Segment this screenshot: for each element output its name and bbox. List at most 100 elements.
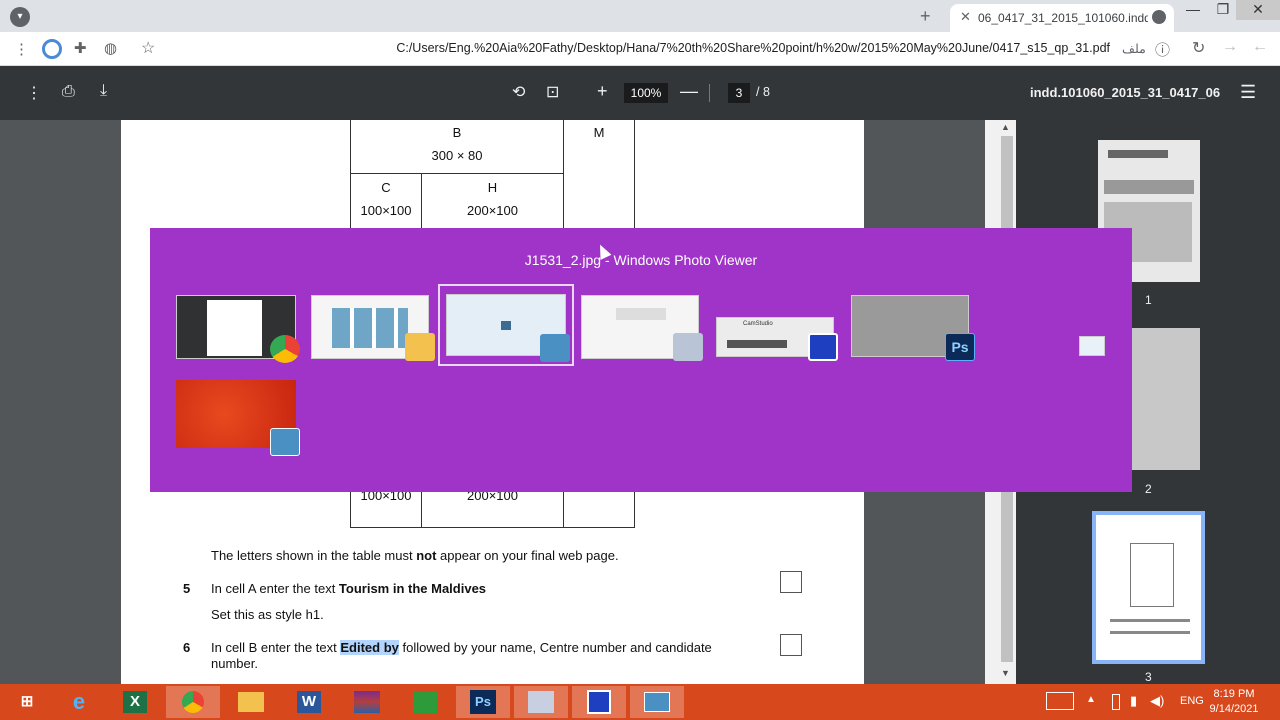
switcher-window-chrome[interactable] [176, 295, 300, 363]
folder-icon [405, 333, 435, 361]
page-number-input[interactable]: 3 [728, 83, 750, 103]
winrar-icon[interactable] [340, 686, 394, 718]
paint-icon [673, 333, 703, 361]
switcher-title: J1531_2.jpg - Windows Photo Viewer [524, 252, 758, 268]
extension-loader-icon[interactable] [42, 39, 62, 59]
battery-icon[interactable] [1112, 694, 1120, 710]
clock-date: 9/14/2021 [1209, 703, 1259, 715]
extensions-puzzle-icon[interactable]: ✚ [74, 39, 87, 57]
zoom-out-icon[interactable]: — [680, 81, 698, 102]
window-switcher: J1531_2.jpg - Windows Photo Viewer CamSt… [150, 228, 1132, 492]
switcher-window-paint[interactable] [581, 295, 703, 361]
page-total: / 8 [756, 85, 770, 99]
camstudio-title: CamStudio [743, 321, 773, 327]
photo-viewer-taskbar-icon[interactable] [630, 686, 684, 718]
switcher-window-desktop[interactable] [176, 380, 300, 456]
forward-icon[interactable]: → [1222, 38, 1238, 56]
switcher-window-photoshop[interactable]: Ps [851, 295, 975, 361]
show-hidden-icons-icon[interactable]: ▲ [1086, 694, 1096, 705]
page-thumbnail-3[interactable] [1092, 511, 1205, 664]
question-6-line2: number. [211, 656, 258, 671]
table-cell-lower-right [563, 490, 635, 528]
start-button[interactable]: ⊞ [0, 686, 54, 718]
file-scheme-label: ملف [1122, 42, 1146, 56]
new-tab-button[interactable]: + [920, 6, 931, 27]
question-6-checkbox[interactable] [780, 634, 802, 656]
document-title: indd.101060_2015_31_0417_06 [1030, 85, 1221, 100]
photoshop-taskbar-icon[interactable]: Ps [456, 686, 510, 718]
question-6-number: 6 [183, 640, 191, 655]
camstudio-icon [808, 333, 838, 361]
thumbnail-2-label: 2 [1145, 482, 1152, 496]
switcher-window-explorer[interactable] [311, 295, 435, 361]
paint-taskbar-icon[interactable] [514, 686, 568, 718]
touch-keyboard-icon[interactable] [1046, 692, 1074, 710]
selected-text: Edited by [340, 640, 399, 655]
photoshop-icon: Ps [945, 333, 975, 361]
browser-tab[interactable]: ✕ 06_0417_31_2015_101060.indd [950, 4, 1174, 32]
download-icon[interactable]: ⤓ [100, 82, 107, 100]
tab-search-icon[interactable]: ▾ [10, 7, 30, 27]
close-window-button[interactable]: ✕ [1236, 0, 1280, 20]
print-icon[interactable]: ⎙ [62, 83, 75, 101]
cell-b-label: B [452, 125, 462, 140]
address-bar: ⋮ ✚ ◍ ☆ C:/Users/Eng.%20Aia%20Fathy/Desk… [0, 32, 1280, 66]
scroll-down-arrow-icon[interactable]: ▼ [1001, 668, 1010, 678]
question-6-text: In cell B enter the text Edited by follo… [211, 640, 712, 655]
profile-icon[interactable]: ◍ [104, 39, 117, 57]
zoom-in-icon[interactable]: + [597, 81, 608, 102]
restore-button[interactable]: ❐ [1208, 0, 1238, 20]
bookmark-star-icon[interactable]: ☆ [141, 38, 155, 58]
toolbar-divider [709, 84, 710, 102]
tab-close-icon[interactable]: ✕ [960, 9, 971, 25]
page-thumbnail-2[interactable] [1132, 328, 1200, 470]
table-cell-lower-left: 100×100 [350, 488, 422, 528]
url-text[interactable]: C:/Users/Eng.%20Aia%20Fathy/Desktop/Hana… [200, 41, 1110, 55]
file-explorer-icon[interactable] [224, 686, 278, 718]
cell-h-label: H [487, 180, 498, 195]
browser-tab-strip: ▾ + ✕ 06_0417_31_2015_101060.indd — ❐ ✕ [0, 0, 1280, 32]
cell-c-label: C [381, 180, 391, 195]
chrome-icon [270, 335, 300, 363]
back-icon[interactable]: ← [1252, 38, 1268, 56]
site-info-icon[interactable]: ⓘ [1155, 39, 1170, 60]
question-5-line2: Set this as style h1. [211, 607, 324, 622]
photo-viewer-small-icon [1079, 336, 1105, 356]
system-clock[interactable]: 8:19 PM 9/14/2021 [1198, 687, 1270, 717]
excel-icon[interactable]: X [108, 686, 162, 718]
switcher-window-photo-viewer-small[interactable] [1079, 336, 1107, 358]
scroll-up-arrow-icon[interactable]: ▲ [1001, 122, 1010, 132]
question-5-number: 5 [183, 581, 191, 596]
fit-page-icon[interactable]: ⊡ [546, 82, 559, 102]
minimize-button[interactable]: — [1178, 0, 1208, 20]
camstudio-taskbar-icon[interactable] [572, 686, 626, 718]
table-cell-c: C 100×100 [350, 173, 422, 231]
cell-b-size: 300 × 80 [431, 148, 483, 163]
switcher-window-photo-viewer[interactable] [438, 284, 574, 366]
more-actions-icon[interactable]: ⋮ [26, 83, 42, 103]
question-5-text: In cell A enter the text Tourism in the … [211, 581, 487, 596]
thumbnail-3-label: 3 [1145, 670, 1152, 684]
photo-viewer-icon [540, 334, 570, 362]
chrome-taskbar-icon[interactable] [166, 686, 220, 718]
pdf-toolbar: ⋮ ⎙ ⤓ ⟲ ⊡ + 100% — 3 / 8 indd.101060_201… [0, 66, 1280, 120]
hamburger-menu-icon[interactable]: ☰ [1240, 82, 1256, 103]
cell-h-size: 200×100 [467, 203, 518, 218]
table-cell-m: M [563, 120, 635, 230]
store-icon[interactable] [398, 686, 452, 718]
volume-icon[interactable]: ◀) [1150, 693, 1164, 709]
table-cell-lower-mid: 200×100 [421, 488, 564, 528]
switcher-window-camstudio[interactable]: CamStudio [716, 317, 838, 361]
desktop-icon [270, 428, 300, 456]
internet-explorer-icon[interactable]: e [52, 686, 106, 718]
thumbnail-1-label: 1 [1145, 293, 1152, 307]
network-icon[interactable]: ▮ [1130, 693, 1137, 709]
word-icon[interactable]: W [282, 686, 336, 718]
globe-icon [1152, 10, 1166, 24]
menu-kebab-icon[interactable]: ⋮ [14, 40, 29, 58]
reload-icon[interactable]: ↻ [1192, 38, 1205, 58]
zoom-level-input[interactable]: 100% [624, 83, 668, 103]
rotate-icon[interactable]: ⟲ [512, 82, 525, 102]
question-5-checkbox[interactable] [780, 571, 802, 593]
cell-c-size: 100×100 [360, 203, 412, 218]
